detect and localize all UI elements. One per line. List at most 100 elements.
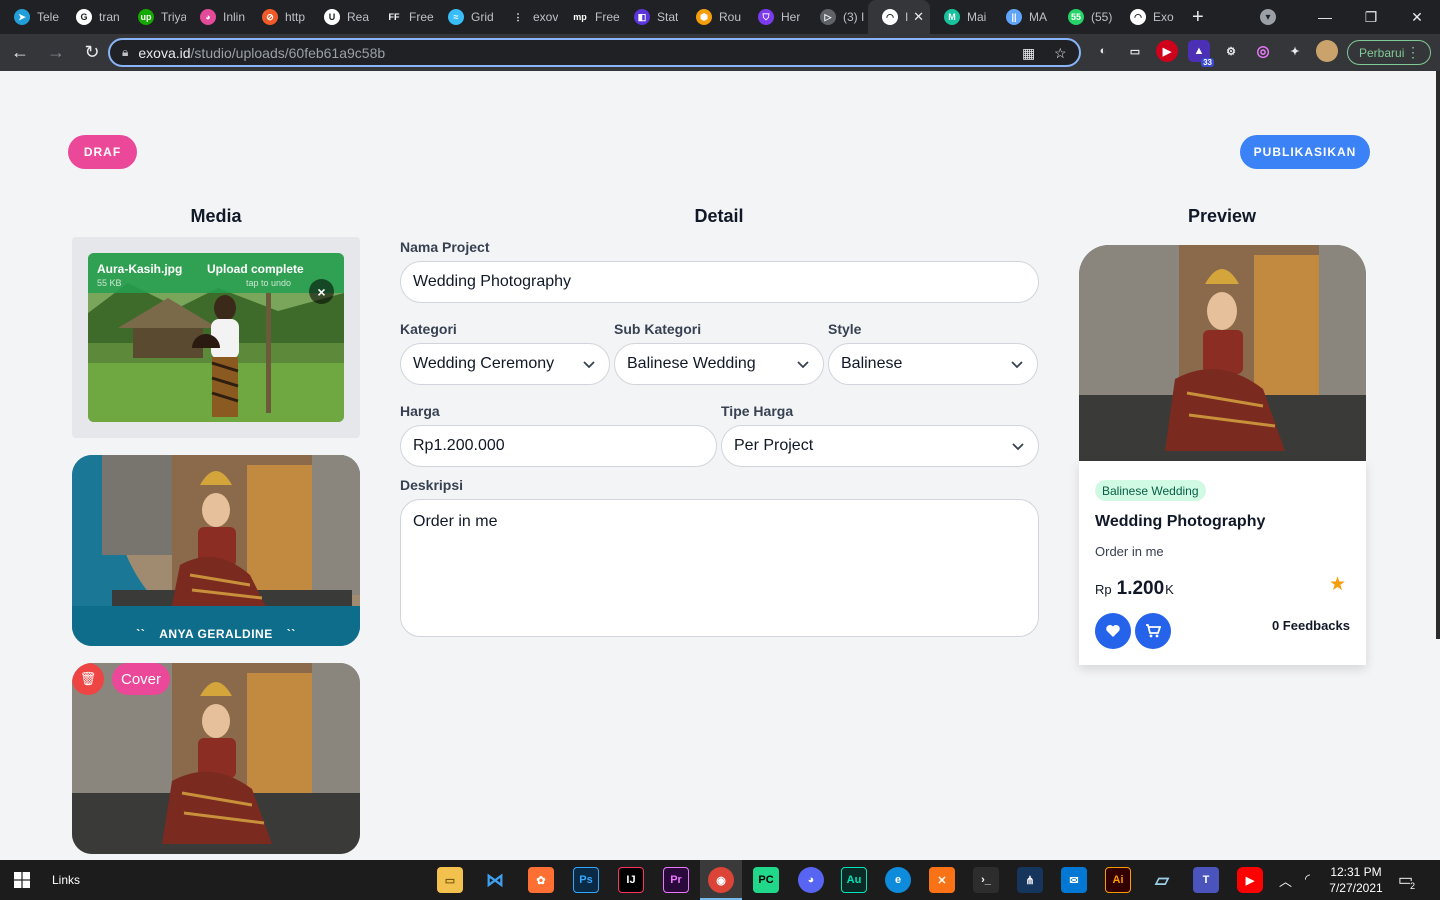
tab-title: Triya: [161, 10, 186, 24]
links-toolbar-label[interactable]: Links: [52, 873, 80, 887]
notepad-icon[interactable]: ▱: [1149, 867, 1175, 893]
media-item-1[interactable]: `` ANYA GERALDINE ``: [72, 455, 360, 646]
style-select[interactable]: Balinese: [828, 343, 1038, 385]
tab-favicon-icon: ◧: [634, 9, 650, 25]
tab-title: Exo: [1153, 10, 1174, 24]
cart-button[interactable]: [1135, 613, 1171, 649]
tab-favicon-icon: ◠: [882, 9, 898, 25]
new-tab-icon[interactable]: +: [1192, 6, 1212, 29]
intellij-icon[interactable]: IJ: [618, 867, 644, 893]
restore-icon[interactable]: ❐: [1348, 9, 1394, 26]
photoshop-icon[interactable]: Ps: [573, 867, 599, 893]
tab-favicon-icon: up: [138, 9, 154, 25]
publish-button[interactable]: PUBLIKASIKAN: [1240, 135, 1370, 169]
like-button[interactable]: [1095, 613, 1131, 649]
browser-tab[interactable]: ⋮ exov: [496, 0, 558, 34]
tab-title: Stat: [657, 10, 679, 24]
address-bar[interactable]: 🔒︎ exova.id/studio/uploads/60feb61a9c58b…: [108, 38, 1081, 67]
subcategory-select[interactable]: Balinese Wedding: [614, 343, 824, 385]
tray-expand-icon[interactable]: ︿: [1279, 871, 1292, 890]
browser-tab[interactable]: ≈ Grid: [434, 0, 496, 34]
color-ext-icon[interactable]: ◎: [1252, 40, 1274, 62]
file-explorer-icon[interactable]: ▭: [437, 867, 463, 893]
browser-tab[interactable]: || MA: [992, 0, 1054, 34]
mail-icon[interactable]: ✉: [1061, 867, 1087, 893]
teams-icon[interactable]: T: [1193, 867, 1219, 893]
browser-tab[interactable]: M Mai: [930, 0, 992, 34]
browser-tab[interactable]: 55 (55): [1054, 0, 1116, 34]
terminal-icon[interactable]: ›_: [973, 867, 999, 893]
close-window-icon[interactable]: ✕: [1394, 9, 1440, 26]
browser-tab[interactable]: ◠ I ✕: [868, 0, 930, 34]
lock-icon: 🔒︎: [122, 45, 129, 59]
description-textarea[interactable]: Order in me: [400, 499, 1039, 637]
reload-icon[interactable]: ↻: [76, 37, 108, 69]
browser-tab[interactable]: U Rea: [310, 0, 372, 34]
chat-ext-icon[interactable]: ▭: [1124, 40, 1146, 62]
back-icon[interactable]: ←: [4, 37, 36, 69]
browser-tab[interactable]: ⊘ http: [248, 0, 310, 34]
browser-tab[interactable]: up Triya: [124, 0, 186, 34]
browser-tab[interactable]: Gtran: [62, 0, 124, 34]
windows-start-icon[interactable]: [14, 872, 30, 888]
browser-tab[interactable]: ⛉ Her: [744, 0, 806, 34]
menu-dots-icon[interactable]: ⋮: [1406, 44, 1420, 61]
profile-avatar[interactable]: [1316, 40, 1338, 62]
delete-media-button[interactable]: 🗑︎: [72, 663, 104, 695]
preview-feedbacks[interactable]: 0 Feedbacks: [1272, 618, 1350, 633]
audition-icon[interactable]: Au: [841, 867, 867, 893]
bookmark-star-icon[interactable]: ☆: [1054, 45, 1067, 62]
quote-close-icon: ``: [286, 627, 296, 641]
category-select[interactable]: Wedding Ceremony: [400, 343, 610, 385]
tab-search-icon[interactable]: ▾: [1260, 9, 1276, 25]
database-tool-icon[interactable]: ⋔: [1017, 867, 1043, 893]
update-browser-button[interactable]: Perbarui ⋮: [1347, 40, 1431, 65]
video-ext-icon[interactable]: ▶: [1156, 40, 1178, 62]
remove-upload-icon[interactable]: ×: [309, 279, 334, 304]
chrome-icon[interactable]: ◉: [708, 867, 734, 893]
preview-card[interactable]: Balinese Wedding Wedding Photography Ord…: [1079, 461, 1366, 665]
browser-tab[interactable]: ⬢ Rou: [682, 0, 744, 34]
counter-ext-icon[interactable]: ▲ 33: [1188, 40, 1214, 67]
qr-code-icon[interactable]: ▦: [1022, 45, 1035, 62]
preview-image: [1079, 245, 1366, 461]
forward-icon[interactable]: →: [40, 37, 72, 69]
browser-tab[interactable]: ◕ Inlin: [186, 0, 248, 34]
browser-tab[interactable]: ▷ (3) I: [806, 0, 868, 34]
price-input[interactable]: Rp1.200.000: [400, 425, 717, 467]
system-clock[interactable]: 12:31 PM 7/27/2021: [1328, 864, 1384, 896]
upload-dropzone[interactable]: Aura-Kasih.jpg 55 KB Upload complete tap…: [72, 237, 360, 438]
chevron-down-icon: [797, 361, 809, 369]
puzzle-icon[interactable]: ✦: [1284, 40, 1306, 62]
page-scrollbar[interactable]: [1436, 71, 1440, 639]
edge-icon[interactable]: e: [885, 867, 911, 893]
media-item-2[interactable]: 🗑︎ Cover: [72, 663, 360, 854]
browser-tab[interactable]: FF Free: [372, 0, 434, 34]
wifi-icon[interactable]: ◜: [1305, 871, 1310, 887]
discord-icon[interactable]: ◕: [798, 867, 824, 893]
tab-favicon-icon: ⛉: [758, 9, 774, 25]
browser-tab[interactable]: ◠ Exo: [1116, 0, 1178, 34]
pycharm-icon[interactable]: PC: [753, 867, 779, 893]
upload-undo-hint[interactable]: tap to undo: [246, 278, 291, 288]
close-tab-icon[interactable]: ✕: [913, 9, 924, 25]
draft-button[interactable]: DRAF: [68, 135, 137, 169]
vscode-icon[interactable]: ⋈: [482, 867, 508, 893]
price-type-select[interactable]: Per Project: [721, 425, 1039, 467]
premiere-icon[interactable]: Pr: [663, 867, 689, 893]
minimize-icon[interactable]: —: [1302, 9, 1348, 25]
browser-tab[interactable]: ➤ Tele: [0, 0, 62, 34]
illustrator-icon[interactable]: Ai: [1105, 867, 1131, 893]
tab-favicon-icon: ⋮: [510, 9, 526, 25]
browser-tab[interactable]: mp Free: [558, 0, 620, 34]
project-name-input[interactable]: Wedding Photography: [400, 261, 1039, 303]
browser-tab[interactable]: ◧ Stat: [620, 0, 682, 34]
postman-icon[interactable]: ✿: [528, 867, 554, 893]
dark-mode-ext-icon[interactable]: ◐: [1092, 40, 1114, 62]
youtube-icon[interactable]: ▶: [1237, 867, 1263, 893]
description-label: Deskripsi: [400, 477, 464, 493]
gear-ext-icon[interactable]: ⚙: [1220, 40, 1242, 62]
tab-title: Mai: [967, 10, 987, 24]
tab-title: exov: [533, 10, 558, 24]
xampp-icon[interactable]: ✕: [929, 867, 955, 893]
